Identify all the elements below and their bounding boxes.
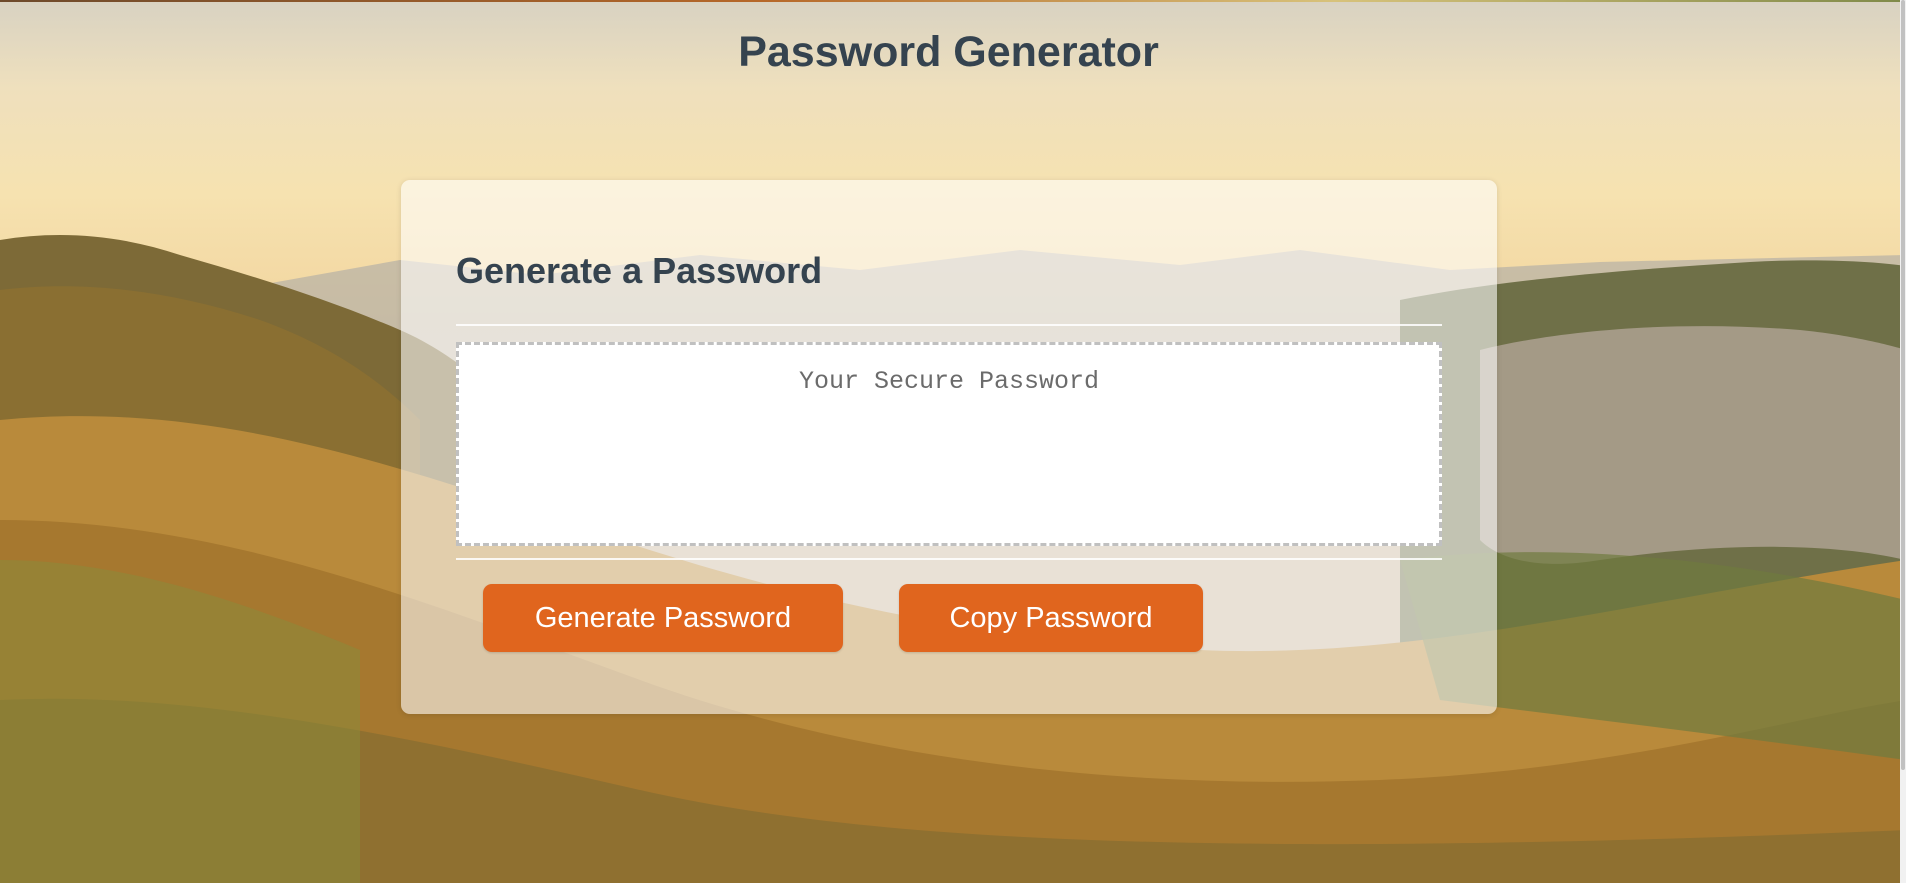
password-output[interactable] <box>456 342 1442 546</box>
card-title: Generate a Password <box>456 250 823 291</box>
card-divider-top <box>456 324 1442 326</box>
generate-password-button[interactable]: Generate Password <box>483 584 843 652</box>
card-divider-bottom <box>456 558 1442 560</box>
page-scrollbar[interactable] <box>1900 0 1906 883</box>
copy-password-button[interactable]: Copy Password <box>899 584 1203 652</box>
password-card: Generate a Password Generate Password Co… <box>401 180 1497 714</box>
page-title: Password Generator <box>738 28 1159 76</box>
scrollbar-thumb[interactable] <box>1901 0 1905 770</box>
